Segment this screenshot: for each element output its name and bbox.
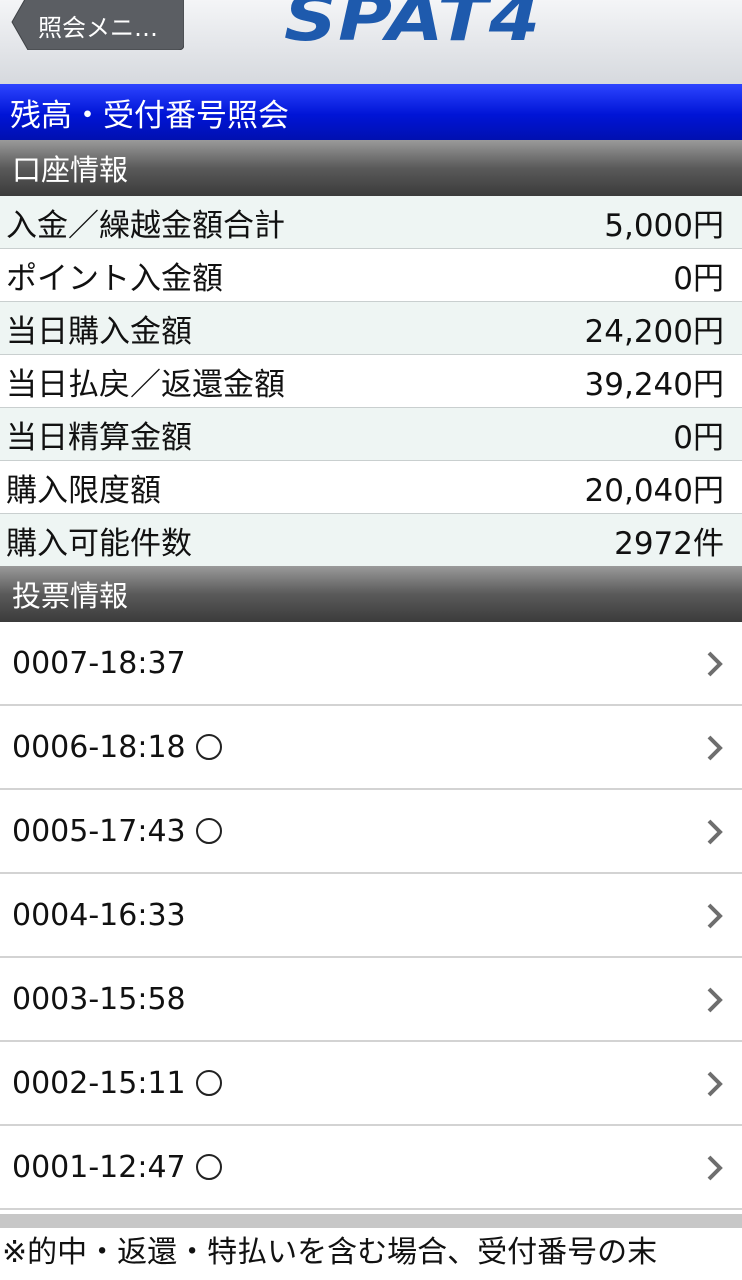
chevron-right-icon xyxy=(707,735,723,761)
chevron-right-icon xyxy=(707,819,723,845)
bet-item-0001[interactable]: 0001-12:47 xyxy=(0,1126,742,1210)
hit-circle-icon xyxy=(195,1154,222,1180)
chevron-right-icon xyxy=(707,1155,723,1181)
bet-item-label: 0007-18:37 xyxy=(12,645,186,681)
bet-item-0003[interactable]: 0003-15:58 xyxy=(0,958,742,1042)
bet-item-label: 0006-18:18 xyxy=(12,729,186,765)
page-title: 残高・受付番号照会 xyxy=(0,84,742,140)
bet-list: 0007-18:37 0006-18:18 0005-17:43 0004-16… xyxy=(0,622,742,1214)
account-row-label: 入金／繰越金額合計 xyxy=(6,207,285,244)
bet-item-label: 0005-17:43 xyxy=(12,813,186,849)
chevron-right-icon xyxy=(707,987,723,1013)
account-row-label: 当日購入金額 xyxy=(6,313,192,350)
bet-item-label: 0004-16:33 xyxy=(12,897,186,933)
account-row-today-payout: 当日払戻／返還金額 39,240円 xyxy=(0,355,742,408)
bet-item-label: 0001-12:47 xyxy=(12,1149,186,1185)
bet-item-0007[interactable]: 0007-18:37 xyxy=(0,622,742,706)
account-row-value: 5,000円 xyxy=(604,207,724,244)
account-row-label: ポイント入金額 xyxy=(6,260,223,297)
account-row-value: 0円 xyxy=(673,419,724,456)
account-row-today-purchase: 当日購入金額 24,200円 xyxy=(0,302,742,355)
account-row-purchasable-count: 購入可能件数 2972件 xyxy=(0,514,742,567)
account-row-deposit-total: 入金／繰越金額合計 5,000円 xyxy=(0,196,742,249)
account-row-label: 購入限度額 xyxy=(6,472,161,509)
back-button-label: 照会メニ… xyxy=(38,13,158,42)
hit-circle-icon xyxy=(195,734,222,760)
bet-item-0006[interactable]: 0006-18:18 xyxy=(0,706,742,790)
bet-item-0004[interactable]: 0004-16:33 xyxy=(0,874,742,958)
spat4-logo: SPAT4 xyxy=(284,0,542,56)
chevron-right-icon xyxy=(707,651,723,677)
account-row-value: 39,240円 xyxy=(584,366,724,403)
bet-item-0005[interactable]: 0005-17:43 xyxy=(0,790,742,874)
account-row-value: 24,200円 xyxy=(584,313,724,350)
footer-note: ※的中・返還・特払いを含む場合、受付番号の末 xyxy=(0,1228,742,1280)
bet-item-label: 0003-15:58 xyxy=(12,981,186,1017)
bet-item-label: 0002-15:11 xyxy=(12,1065,186,1101)
top-header: 照会メニ… SPAT4 xyxy=(0,0,742,85)
account-row-label: 当日精算金額 xyxy=(6,419,192,456)
account-row-value: 0円 xyxy=(673,260,724,297)
hit-circle-icon xyxy=(195,818,222,844)
hit-circle-icon xyxy=(195,1070,222,1096)
account-row-label: 購入可能件数 xyxy=(6,525,192,562)
account-row-value: 20,040円 xyxy=(584,472,724,509)
bet-info-heading: 投票情報 xyxy=(0,566,742,622)
chevron-right-icon xyxy=(707,903,723,929)
back-to-inquiry-menu-button[interactable]: 照会メニ… xyxy=(10,0,184,50)
chevron-right-icon xyxy=(707,1071,723,1097)
section-divider xyxy=(0,1214,742,1228)
bet-item-0002[interactable]: 0002-15:11 xyxy=(0,1042,742,1126)
account-row-value: 2972件 xyxy=(614,525,724,562)
account-row-point-deposit: ポイント入金額 0円 xyxy=(0,249,742,302)
account-info-heading: 口座情報 xyxy=(0,140,742,196)
account-row-label: 当日払戻／返還金額 xyxy=(6,366,285,403)
account-row-today-settlement: 当日精算金額 0円 xyxy=(0,408,742,461)
account-row-purchase-limit: 購入限度額 20,040円 xyxy=(0,461,742,514)
